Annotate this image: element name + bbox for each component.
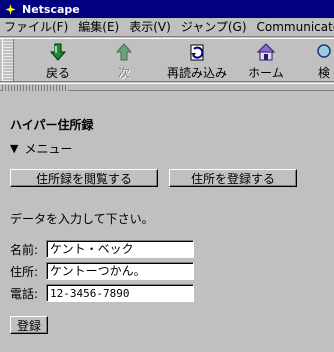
reload-button[interactable]: 再読み込み [162,41,232,81]
title-bar: Netscape [0,0,334,18]
phone-field[interactable]: 12-3456-7890 [46,284,194,302]
menu-view[interactable]: 表示(V) [125,18,177,36]
name-label: 名前: [10,242,39,257]
location-toolbar-collapsed [0,83,334,91]
address-label: 住所: [10,264,39,279]
forward-arrow-icon [112,41,136,63]
menu-toggle-label: メニュー [24,142,73,156]
netscape-logo-icon [4,2,17,16]
back-button[interactable]: 戻る [37,41,79,81]
page-title: ハイパー住所録 [10,118,94,132]
home-button[interactable]: ホーム [245,41,287,81]
back-arrow-icon [46,41,70,63]
menu-bar: ファイル(F) 編集(E) 表示(V) ジャンプ(G) Communicator… [0,18,334,37]
reload-label: 再読み込み [166,66,227,80]
name-field[interactable]: ケント・ベック [46,240,194,258]
phone-row: 電話: 12-3456-7890 [10,284,194,302]
address-field[interactable]: ケントーつかん。 [46,262,194,280]
search-icon [314,41,334,63]
search-button[interactable]: 検 [314,41,334,81]
instruction-text: データを入力して下さい。 [10,212,154,226]
page-content: ハイパー住所録 ▼ メニュー 住所録を閲覧する 住所を登録する データを入力して… [0,92,334,352]
search-label: 検 [317,66,330,80]
phone-label: 電話: [10,286,39,301]
navigation-toolbar: 戻る 次 再読み込み ホーム 検 [0,38,334,82]
window-title: Netscape [22,2,80,16]
name-row: 名前: ケント・ベック [10,240,194,258]
menu-file[interactable]: ファイル(F) [0,18,74,36]
browse-addresses-button[interactable]: 住所録を閲覧する [10,169,158,187]
menu-edit[interactable]: 編集(E) [74,18,125,36]
toolbar-grip[interactable] [2,39,14,81]
triangle-down-icon: ▼ [10,142,19,155]
collapsed-toolbar-tabs[interactable] [2,85,68,91]
home-icon [254,41,278,63]
forward-button[interactable]: 次 [103,41,145,81]
menu-communicator[interactable]: Communicator(C) [253,18,334,36]
forward-label: 次 [117,66,130,80]
home-label: ホーム [248,66,284,80]
register-address-button[interactable]: 住所を登録する [169,169,297,187]
register-submit-button[interactable]: 登録 [10,316,48,334]
menu-toggle[interactable]: ▼ メニュー [10,140,72,157]
back-label: 戻る [45,66,70,80]
reload-icon [185,41,209,63]
address-row: 住所: ケントーつかん。 [10,262,194,280]
menu-go[interactable]: ジャンプ(G) [177,18,253,36]
